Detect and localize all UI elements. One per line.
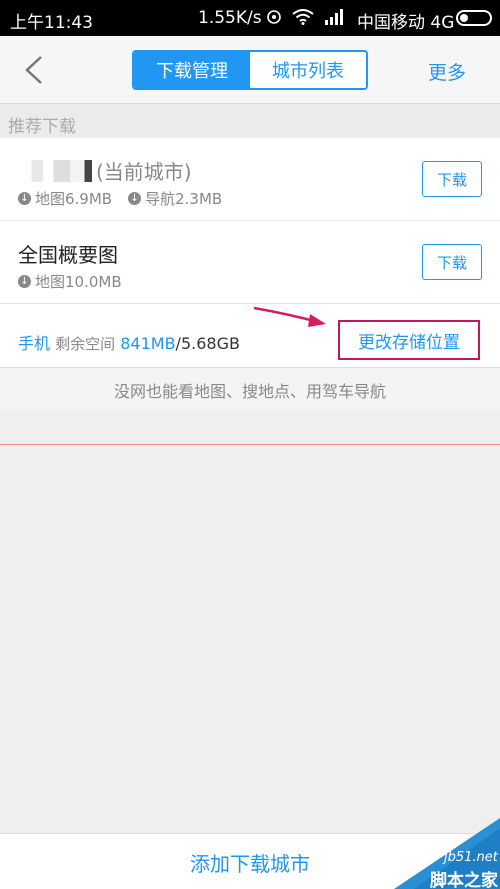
watermark-url: jb51.net [444, 850, 498, 865]
more-button[interactable]: 更多 [428, 58, 466, 85]
item-title: 全国概要图 [18, 243, 118, 267]
map-size: 地图6.9MB [35, 190, 113, 208]
offline-tip: 没网也能看地图、搜地点、用驾车导航 [0, 369, 500, 409]
storage-device: 手机 [18, 334, 51, 353]
sync-icon [267, 10, 281, 24]
signal-icon [325, 9, 343, 25]
list-item-current-city: (当前城市) ↓ 地图6.9MB ↓ 导航2.3MB 下载 [0, 138, 500, 221]
section-header: 推荐下载 [0, 105, 500, 138]
status-bar: 上午11:43 1.55K/s 中国移动 4G [0, 0, 500, 36]
status-speed: 1.55K/s [198, 8, 262, 28]
list-item-national-map: 全国概要图 ↓ 地图10.0MB 下载 [0, 221, 500, 304]
back-button[interactable] [14, 50, 54, 90]
storage-label: 剩余空间 [55, 335, 116, 353]
divider-line [0, 444, 500, 445]
storage-free: 841MB [120, 334, 176, 353]
blurred-city-name [18, 160, 92, 182]
battery-icon [456, 10, 492, 26]
item-title: (当前城市) [18, 156, 192, 185]
watermark: jb51.net 脚本之家 [394, 818, 500, 889]
item-sizes: ↓ 地图6.9MB ↓ 导航2.3MB [18, 188, 222, 209]
download-icon: ↓ [18, 275, 31, 288]
segmented-tabs: 下载管理 城市列表 [132, 50, 368, 90]
status-carrier: 中国移动 4G [357, 13, 455, 33]
wifi-icon [292, 9, 314, 25]
chevron-left-icon [25, 56, 42, 84]
annotation-arrow [253, 306, 326, 327]
download-list: (当前城市) ↓ 地图6.9MB ↓ 导航2.3MB 下载 全国概要图 ↓ 地图10.… [0, 138, 500, 368]
download-button[interactable]: 下载 [422, 244, 482, 280]
status-time: 上午11:43 [10, 13, 93, 33]
storage-info: 手机 剩余空间 841MB/5.68GB [18, 330, 240, 354]
tab-city-list[interactable]: 城市列表 [250, 52, 366, 88]
download-icon: ↓ [18, 192, 31, 205]
storage-total: /5.68GB [175, 334, 240, 353]
status-icons [266, 9, 344, 25]
change-storage-button[interactable]: 更改存储位置 [338, 320, 480, 360]
watermark-name: 脚本之家 [430, 871, 498, 889]
nav-size: 导航2.3MB [145, 190, 223, 208]
download-icon: ↓ [128, 192, 142, 205]
item-sizes: ↓ 地图10.0MB [18, 271, 122, 292]
nav-bar: 下载管理 城市列表 更多 [0, 36, 500, 104]
map-size: 地图10.0MB [35, 273, 122, 291]
tab-download-manager[interactable]: 下载管理 [134, 52, 250, 88]
download-button[interactable]: 下载 [422, 161, 482, 197]
